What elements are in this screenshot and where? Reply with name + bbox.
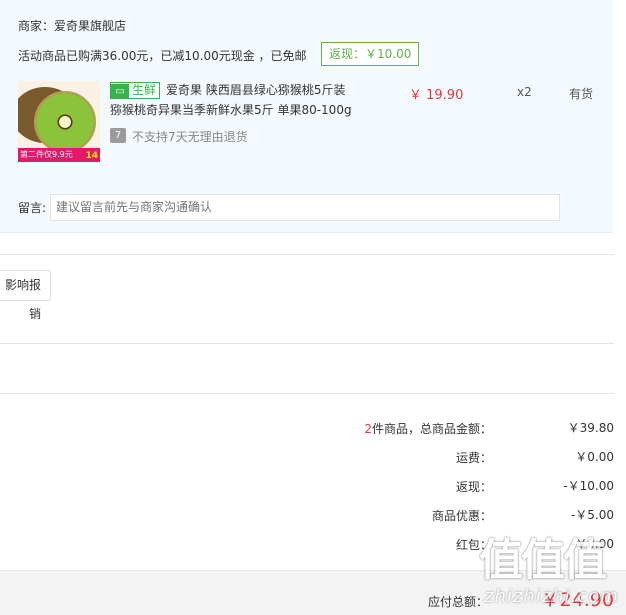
- cashback-label: 返现：: [455, 480, 492, 494]
- product-title-line1[interactable]: 爱奇果 陕西眉县绿心猕猴桃5斤装: [166, 81, 345, 98]
- image-promo-number: 14: [85, 151, 98, 161]
- item-count-row: 2件商品，总商品金额：: [364, 420, 492, 437]
- fresh-badge-label: 生鲜: [132, 83, 157, 97]
- rebate-badge: 返现：￥10.00: [321, 42, 420, 66]
- coupon-icon: ▭: [111, 84, 129, 99]
- product-image[interactable]: 第二件仅9.9元 14: [18, 81, 100, 162]
- divider: [0, 343, 614, 344]
- discount-value: -￥5.00: [570, 508, 614, 522]
- message-label: 留言:: [18, 201, 47, 215]
- report-impact-button[interactable]: 影响报销: [0, 270, 51, 321]
- watermark-logo: 值值值: [479, 535, 607, 586]
- stock-status: 有货: [569, 87, 594, 101]
- payable-label: 应付总额：: [427, 595, 488, 609]
- quantity: x2: [517, 85, 532, 99]
- merchant-name[interactable]: 商家：爱奇果旗舰店: [18, 17, 126, 34]
- discount-label: 商品优惠：: [431, 509, 492, 523]
- kiwi-slice-graphic: [34, 91, 96, 153]
- item-total-label: 件商品，总商品金额：: [371, 422, 492, 436]
- item-total-value: ￥39.80: [567, 421, 614, 435]
- promo-text: 活动商品已购满36.00元，已减10.00元现金 ，已免邮: [18, 49, 307, 63]
- watermark-url: zhizhizhi.com: [484, 586, 619, 607]
- message-input[interactable]: [50, 194, 560, 221]
- cashback-value: -￥10.00: [563, 479, 614, 493]
- product-title-line2[interactable]: 猕猴桃奇异果当季新鲜水果5斤 单果80-100g: [110, 101, 352, 118]
- divider: [0, 393, 614, 394]
- store-order-panel: 商家：爱奇果旗舰店 活动商品已购满36.00元，已减10.00元现金 ，已免邮 …: [0, 0, 614, 233]
- no-return-icon: 7: [110, 128, 126, 143]
- divider: [0, 254, 614, 255]
- unit-price: ￥ 19.90: [409, 88, 464, 103]
- fresh-badge: ▭ 生鲜: [110, 82, 161, 99]
- item-count: 2: [364, 422, 372, 436]
- shipping-label: 运费：: [455, 451, 492, 465]
- shipping-value: ￥0.00: [575, 450, 614, 464]
- return-policy-text: 不支持7天无理由退货: [132, 130, 248, 144]
